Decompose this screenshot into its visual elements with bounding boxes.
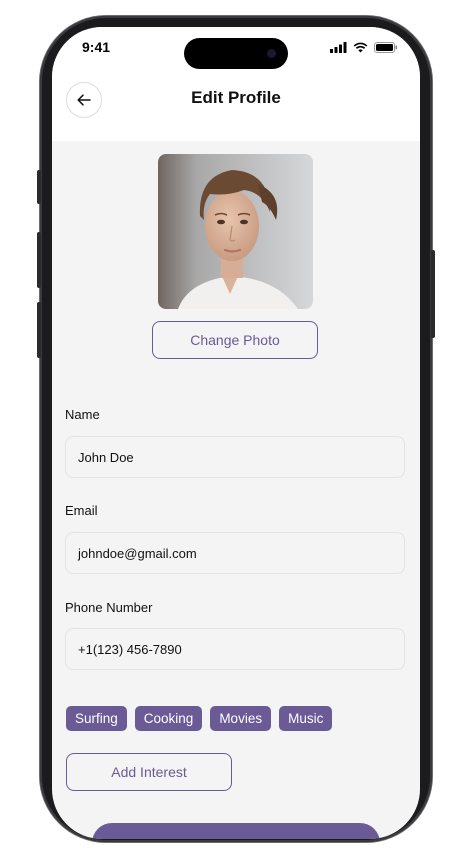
status-icons xyxy=(330,42,398,53)
page-title: Edit Profile xyxy=(191,88,281,107)
name-field[interactable]: John Doe xyxy=(65,436,405,478)
interest-chip-movies[interactable]: Movies xyxy=(210,706,272,731)
dynamic-island xyxy=(184,38,288,69)
phone-field[interactable]: +1(123) 456-7890 xyxy=(65,628,405,670)
screen: 9:41 Edit Profile Change Photo Name John… xyxy=(52,27,420,839)
interest-chip-cooking[interactable]: Cooking xyxy=(134,706,203,731)
add-interest-button[interactable]: Add Interest xyxy=(66,753,232,791)
profile-photo xyxy=(158,154,313,309)
power-button xyxy=(431,250,435,338)
volume-down-button xyxy=(37,302,41,358)
save-button[interactable] xyxy=(92,823,380,839)
email-value: johndoe@gmail.com xyxy=(78,545,197,561)
phone-label: Phone Number xyxy=(65,600,153,615)
email-label: Email xyxy=(65,503,98,518)
name-label: Name xyxy=(65,407,100,422)
change-photo-button[interactable]: Change Photo xyxy=(152,321,318,359)
interest-chips: Surfing Cooking Movies Music xyxy=(66,706,333,731)
header: Edit Profile xyxy=(52,71,420,141)
battery-icon xyxy=(374,42,397,53)
name-value: John Doe xyxy=(78,449,134,465)
email-field[interactable]: johndoe@gmail.com xyxy=(65,532,405,574)
interest-chip-music[interactable]: Music xyxy=(279,706,333,731)
interest-chip-surfing[interactable]: Surfing xyxy=(66,706,127,731)
volume-up-button xyxy=(37,232,41,288)
phone-value: +1(123) 456-7890 xyxy=(78,641,182,657)
silent-switch xyxy=(37,170,41,204)
cellular-signal-icon xyxy=(330,42,347,53)
wifi-icon xyxy=(353,42,368,53)
camera-icon xyxy=(267,49,276,58)
status-bar: 9:41 xyxy=(52,27,420,71)
status-time: 9:41 xyxy=(82,39,111,55)
